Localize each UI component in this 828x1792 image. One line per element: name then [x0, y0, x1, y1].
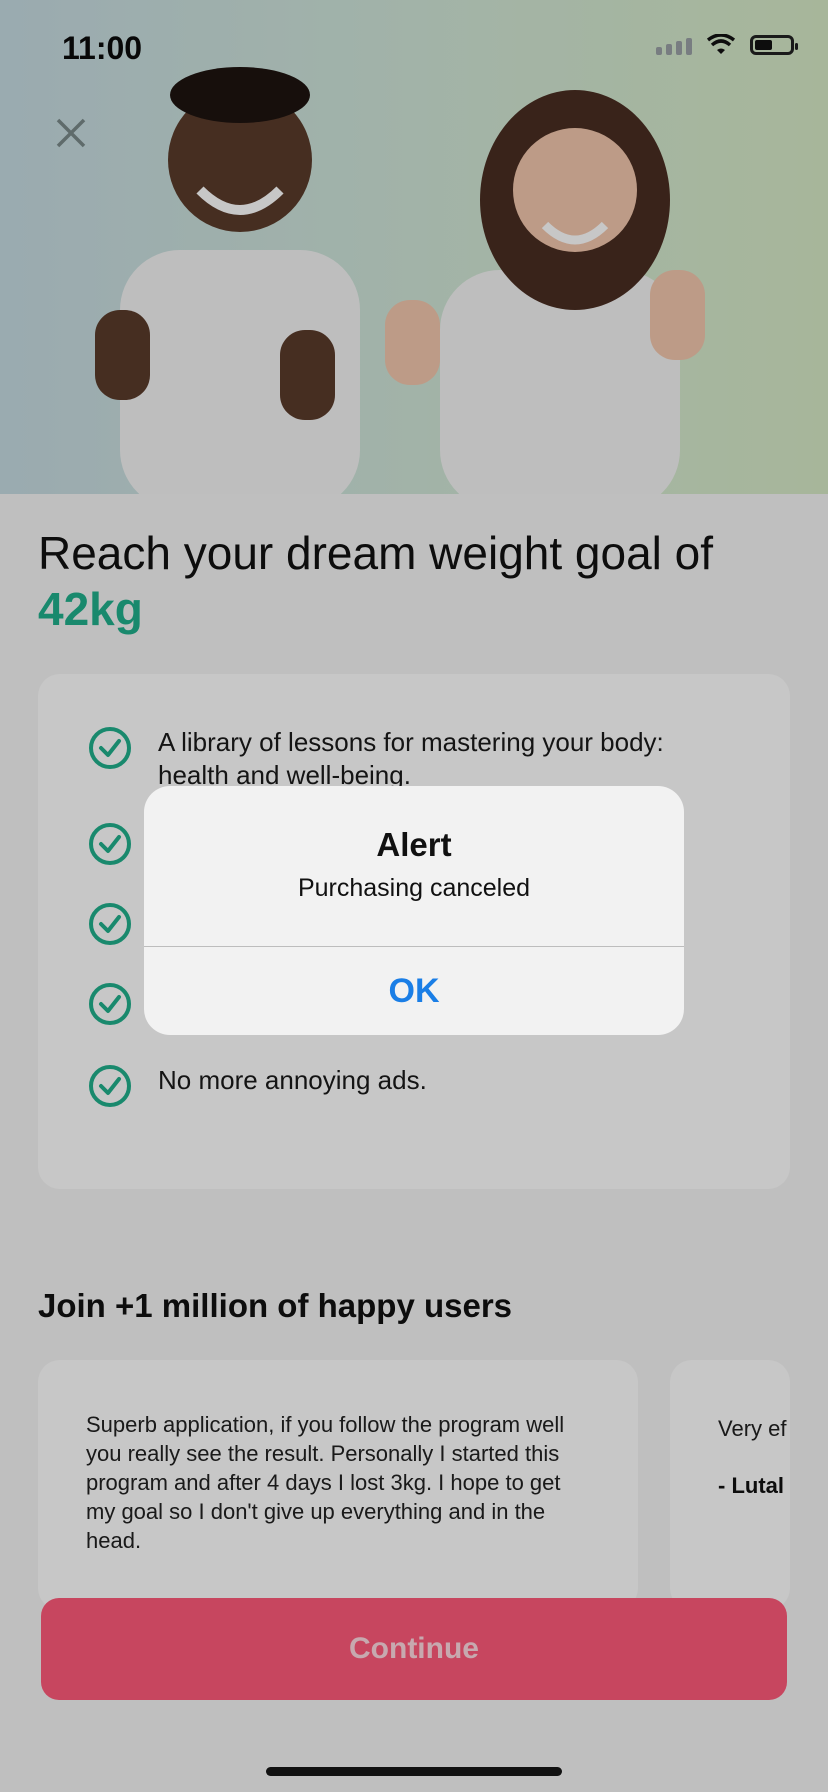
alert-dialog: Alert Purchasing canceled OK	[144, 786, 684, 1035]
home-indicator	[266, 1767, 562, 1776]
alert-message: Purchasing canceled	[297, 874, 531, 902]
alert-ok-button[interactable]: OK	[144, 947, 684, 1035]
alert-title: Alert	[376, 826, 452, 863]
